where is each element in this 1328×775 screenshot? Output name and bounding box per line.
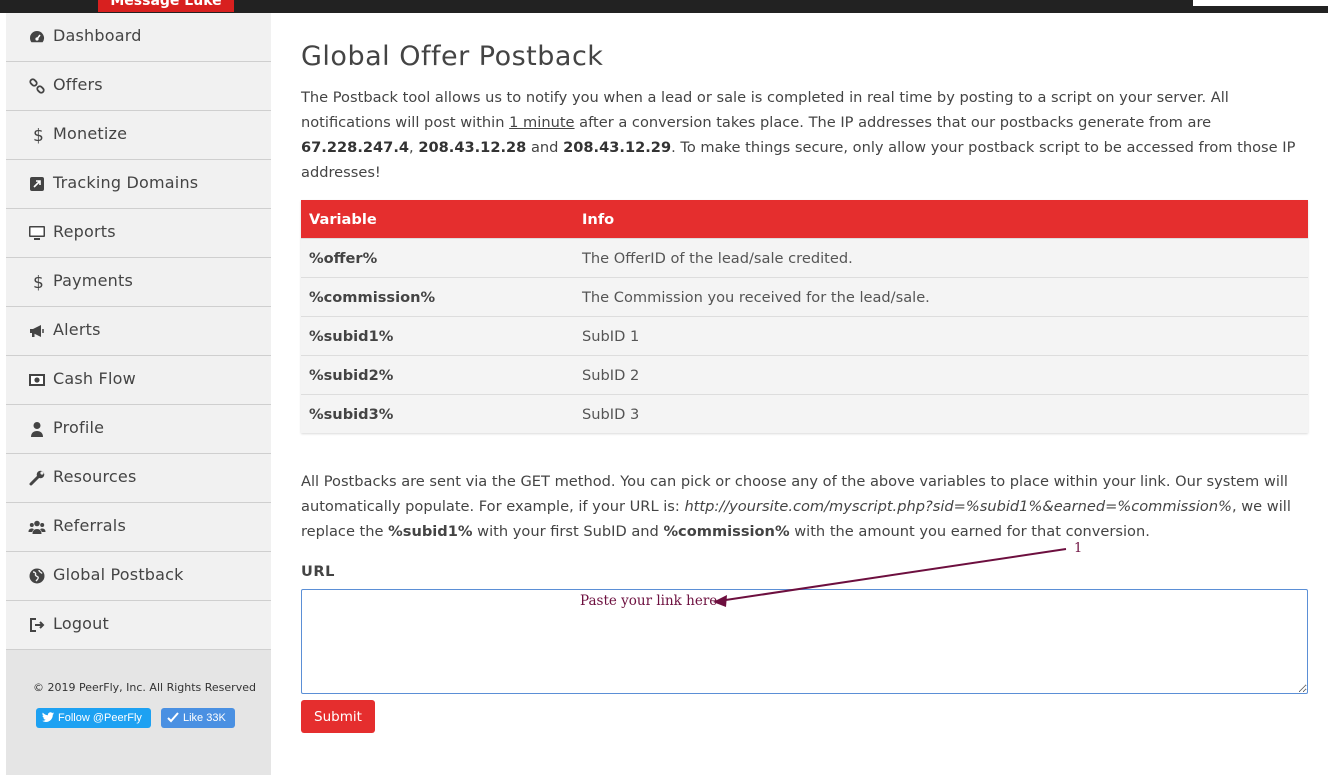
sidebar-item-monetize[interactable]: $ Monetize (6, 111, 271, 160)
info-cell: SubID 1 (574, 316, 1308, 356)
sidebar-item-dashboard[interactable]: Dashboard (6, 13, 271, 62)
user-icon (31, 422, 43, 437)
sidebar-item-referrals[interactable]: Referrals (6, 503, 271, 552)
copyright-text: © 2019 PeerFly, Inc. All Rights Reserved (33, 681, 256, 694)
table-row: %subid1% SubID 1 (301, 316, 1308, 356)
variables-table: Variable Info %offer% The OfferID of the… (301, 200, 1308, 433)
bullhorn-icon (30, 325, 44, 337)
ip-address: 208.43.12.29 (563, 139, 672, 156)
variable-cell: %commission% (301, 277, 574, 317)
sidebar-item-label: Resources (53, 467, 137, 486)
variable-name: %commission% (663, 523, 790, 540)
monitor-icon (29, 226, 45, 240)
submit-button[interactable]: Submit (301, 700, 375, 733)
info-cell: The Commission you received for the lead… (574, 277, 1308, 317)
table-row: %subid2% SubID 2 (301, 355, 1308, 395)
column-header-variable: Variable (301, 200, 574, 239)
sidebar-item-label: Cash Flow (53, 369, 136, 388)
sidebar-item-label: Global Postback (53, 565, 184, 584)
facebook-like-label: Like 33K (183, 712, 226, 724)
search-input[interactable] (1193, 0, 1328, 6)
table-row: %offer% The OfferID of the lead/sale cre… (301, 238, 1308, 278)
sidebar-item-payments[interactable]: $ Payments (6, 258, 271, 307)
users-icon (28, 520, 46, 534)
example-url: http://yoursite.com/myscript.php?sid=%su… (684, 498, 1232, 515)
info-cell: The OfferID of the lead/sale credited. (574, 238, 1308, 278)
table-row: %commission% The Commission you received… (301, 277, 1308, 317)
url-label: URL (301, 563, 335, 580)
link-icon (29, 78, 45, 94)
ip-address: 67.228.247.4 (301, 139, 410, 156)
sidebar-item-label: Monetize (53, 124, 128, 143)
message-button[interactable]: Message Luke (98, 0, 234, 12)
globe-icon (29, 568, 45, 584)
post-time-text: 1 minute (509, 114, 575, 131)
sidebar-item-label: Reports (53, 222, 116, 241)
top-bar: Message Luke (0, 0, 1328, 13)
info-cell: SubID 2 (574, 355, 1308, 395)
table-row: %subid3% SubID 3 (301, 394, 1308, 433)
twitter-icon (42, 712, 54, 722)
wrench-icon (29, 470, 45, 486)
sidebar-item-label: Profile (53, 418, 105, 437)
variable-cell: %subid3% (301, 394, 574, 433)
dollar-icon: $ (33, 273, 44, 291)
external-link-icon (30, 177, 44, 191)
annotation-number: 1 (1074, 541, 1083, 556)
sidebar-item-label: Alerts (53, 320, 101, 339)
sidebar-item-offers[interactable]: Offers (6, 62, 271, 111)
facebook-like-button[interactable]: Like 33K (161, 708, 235, 728)
sidebar-nav: Dashboard Offers $ Monetize Tracking Dom… (6, 13, 271, 650)
twitter-follow-button[interactable]: Follow @PeerFly (36, 708, 151, 728)
sidebar-item-label: Dashboard (53, 26, 142, 45)
sidebar-item-label: Tracking Domains (53, 173, 199, 192)
column-header-info: Info (574, 200, 1308, 239)
sidebar-item-profile[interactable]: Profile (6, 405, 271, 454)
sidebar-item-reports[interactable]: Reports (6, 209, 271, 258)
svg-text:$: $ (33, 126, 44, 144)
get-method-note: All Postbacks are sent via the GET metho… (301, 473, 1291, 540)
sidebar-item-tracking-domains[interactable]: Tracking Domains (6, 160, 271, 209)
svg-text:$: $ (33, 273, 44, 291)
page-title: Global Offer Postback (301, 41, 604, 72)
sidebar-item-cash-flow[interactable]: Cash Flow (6, 356, 271, 405)
sidebar: Dashboard Offers $ Monetize Tracking Dom… (0, 13, 271, 775)
sidebar-item-label: Payments (53, 271, 133, 290)
checkmark-icon (167, 712, 179, 723)
variable-name: %subid1% (388, 523, 473, 540)
ip-address: 208.43.12.28 (418, 139, 527, 156)
variable-cell: %offer% (301, 238, 574, 278)
url-textarea[interactable] (301, 589, 1308, 694)
twitter-follow-label: Follow @PeerFly (58, 712, 142, 724)
dashboard-icon (30, 31, 44, 43)
sidebar-item-label: Logout (53, 614, 109, 633)
sidebar-item-alerts[interactable]: Alerts (6, 307, 271, 356)
sidebar-item-global-postback[interactable]: Global Postback (6, 552, 271, 601)
table-header-row: Variable Info (301, 200, 1308, 239)
sign-out-icon (30, 618, 45, 632)
annotation-text: Paste your link here (580, 593, 718, 609)
intro-paragraph: The Postback tool allows us to notify yo… (301, 89, 1296, 181)
dollar-icon: $ (33, 126, 44, 144)
variable-cell: %subid2% (301, 355, 574, 395)
info-cell: SubID 3 (574, 394, 1308, 433)
variable-cell: %subid1% (301, 316, 574, 356)
money-icon (29, 374, 45, 386)
sidebar-item-label: Offers (53, 75, 103, 94)
sidebar-item-resources[interactable]: Resources (6, 454, 271, 503)
sidebar-item-logout[interactable]: Logout (6, 601, 271, 650)
sidebar-item-label: Referrals (53, 516, 126, 535)
